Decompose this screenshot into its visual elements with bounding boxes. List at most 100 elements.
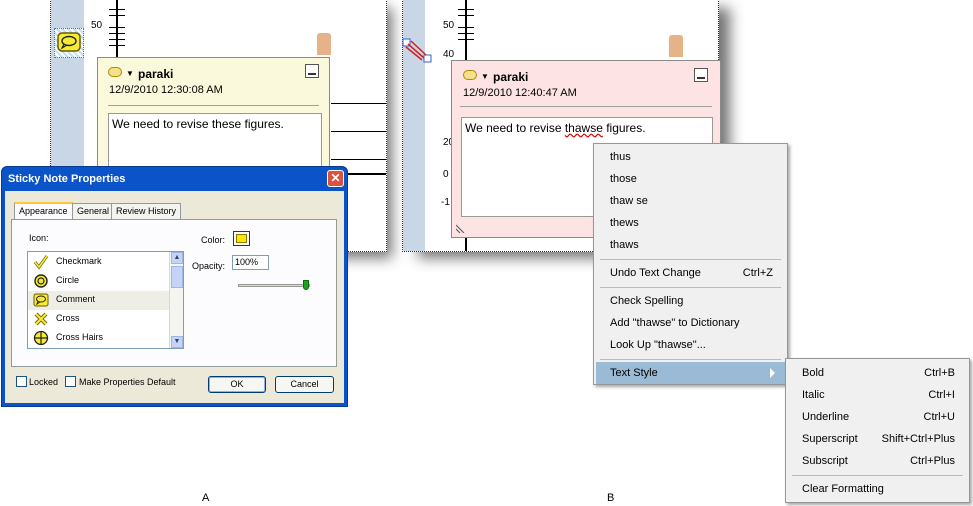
note-anchor-icon[interactable]: [402, 38, 432, 64]
comment-icon: [33, 293, 49, 307]
misspelled-word[interactable]: thawse: [565, 121, 603, 135]
menu-item-look-up[interactable]: Look Up "thawse"...: [596, 334, 785, 356]
menu-separator: [600, 259, 781, 260]
menu-separator: [600, 359, 781, 360]
axis-tick: [458, 39, 474, 40]
chevron-down-icon[interactable]: ▼: [481, 72, 489, 81]
axis-tick: [458, 9, 474, 10]
tab-review-history[interactable]: Review History: [111, 203, 182, 219]
scroll-up-icon[interactable]: ▲: [171, 252, 183, 264]
menu-item-underline[interactable]: Underline Ctrl+U: [788, 406, 967, 428]
resize-grip-icon[interactable]: [456, 223, 466, 233]
note-date: 12/9/2010 12:40:47 AM: [463, 87, 577, 99]
tab-appearance[interactable]: Appearance: [14, 202, 73, 219]
axis-tick: [109, 27, 125, 28]
opacity-input[interactable]: 100%: [232, 255, 269, 270]
axis-label: 50: [443, 20, 455, 31]
icon-list-item[interactable]: Cross: [28, 310, 170, 329]
menu-item-suggestion[interactable]: thaw se: [596, 190, 785, 212]
menu-item-check-spelling[interactable]: Check Spelling: [596, 290, 785, 312]
panel-caption-b: B: [607, 492, 615, 504]
text-style-submenu: Bold Ctrl+B Italic Ctrl+I Underline Ctrl+U …: [785, 358, 970, 503]
axis-label: 40: [443, 49, 455, 60]
menu-item-undo[interactable]: Undo Text Change Ctrl+Z: [596, 262, 785, 284]
sticky-note-popup-a[interactable]: ▼ paraki 12/9/2010 12:30:08 AM We need t…: [97, 57, 330, 184]
icon-label: Icon:: [29, 233, 49, 243]
icon-list-item[interactable]: Circle: [28, 272, 170, 291]
axis-tick: [458, 27, 474, 28]
scroll-down-icon[interactable]: ▼: [171, 336, 183, 348]
menu-item-add-to-dictionary[interactable]: Add "thawse" to Dictionary: [596, 312, 785, 334]
close-button[interactable]: ✕: [327, 170, 344, 187]
axis-label: -1: [441, 197, 450, 208]
make-default-checkbox[interactable]: [65, 376, 76, 387]
note-author: paraki: [138, 67, 174, 81]
scroll-thumb[interactable]: [171, 266, 183, 288]
menu-item-text-style[interactable]: Text Style: [596, 362, 785, 384]
page-tab-marker: [669, 35, 683, 57]
icon-list-item-label: Cross Hairs: [56, 332, 104, 342]
cross-icon: [34, 312, 48, 326]
opacity-slider-thumb[interactable]: [303, 280, 309, 290]
submenu-arrow-icon: [770, 368, 775, 378]
menu-item-superscript[interactable]: Superscript Shift+Ctrl+Plus: [788, 428, 967, 450]
axis-tick: [109, 9, 125, 10]
locked-checkbox[interactable]: [16, 376, 27, 387]
axis-tick: [109, 39, 125, 40]
menu-separator: [600, 287, 781, 288]
icon-list-item[interactable]: Checkmark: [28, 253, 170, 272]
comment-icon: [108, 67, 122, 77]
chart-gridline: [331, 159, 386, 160]
make-default-label: Make Properties Default: [79, 377, 176, 387]
color-picker-button[interactable]: [233, 231, 250, 246]
chart-gridline: [331, 103, 386, 104]
note-text: We need to revise these figures.: [112, 117, 284, 131]
comment-icon: [463, 70, 477, 80]
icon-list-item-label: Comment: [56, 294, 96, 304]
cross-hairs-icon: [33, 330, 49, 346]
icon-list-item-label: Circle: [56, 275, 80, 285]
note-date: 12/9/2010 12:30:08 AM: [109, 84, 223, 96]
panel-caption-a: A: [202, 492, 210, 504]
icon-list-item[interactable]: Cross Hairs: [28, 329, 170, 348]
checkmark-icon: [33, 255, 49, 270]
menu-item-suggestion[interactable]: thaws: [596, 234, 785, 256]
menu-item-suggestion[interactable]: thews: [596, 212, 785, 234]
minimize-button[interactable]: [694, 68, 708, 82]
tab-general[interactable]: General: [72, 203, 115, 219]
menu-item-clear-formatting[interactable]: Clear Formatting: [788, 478, 967, 500]
color-label: Color:: [201, 235, 226, 245]
minimize-button[interactable]: [305, 64, 319, 78]
icon-list-scrollbar[interactable]: ▲ ▼: [169, 252, 183, 348]
menu-item-bold[interactable]: Bold Ctrl+B: [788, 362, 967, 384]
axis-label: 50: [91, 20, 103, 31]
icon-list-item-selected[interactable]: Comment: [28, 291, 170, 310]
icon-list[interactable]: Checkmark Circle Comment Cross Cross Hai…: [27, 251, 184, 349]
circle-icon: [34, 274, 48, 288]
axis-label: 0: [443, 169, 449, 180]
cancel-button[interactable]: Cancel: [275, 376, 334, 393]
sticky-note-icon[interactable]: [54, 28, 84, 58]
opacity-label: Opacity:: [192, 261, 226, 271]
chevron-down-icon[interactable]: ▼: [126, 69, 134, 78]
axis-tick: [109, 15, 125, 16]
menu-separator: [792, 475, 963, 476]
icon-list-item-label: Checkmark: [56, 256, 102, 266]
note-divider: [460, 106, 712, 107]
page-tab-marker: [317, 33, 331, 55]
axis-tick: [109, 45, 125, 46]
menu-item-subscript[interactable]: Subscript Ctrl+Plus: [788, 450, 967, 472]
dialog-title: Sticky Note Properties: [8, 173, 126, 185]
note-author: paraki: [493, 70, 529, 84]
menu-item-italic[interactable]: Italic Ctrl+I: [788, 384, 967, 406]
opacity-slider-track[interactable]: [238, 284, 310, 287]
locked-label: Locked: [29, 377, 59, 387]
axis-tick: [109, 33, 125, 34]
note-text-after: figures.: [602, 121, 646, 135]
sticky-note-properties-dialog: Sticky Note Properties ✕ Appearance Gene…: [1, 166, 348, 407]
axis-tick: [458, 15, 474, 16]
menu-item-suggestion[interactable]: thus: [596, 146, 785, 168]
ok-button[interactable]: OK: [208, 376, 266, 393]
menu-item-suggestion[interactable]: those: [596, 168, 785, 190]
note-divider: [108, 105, 319, 106]
